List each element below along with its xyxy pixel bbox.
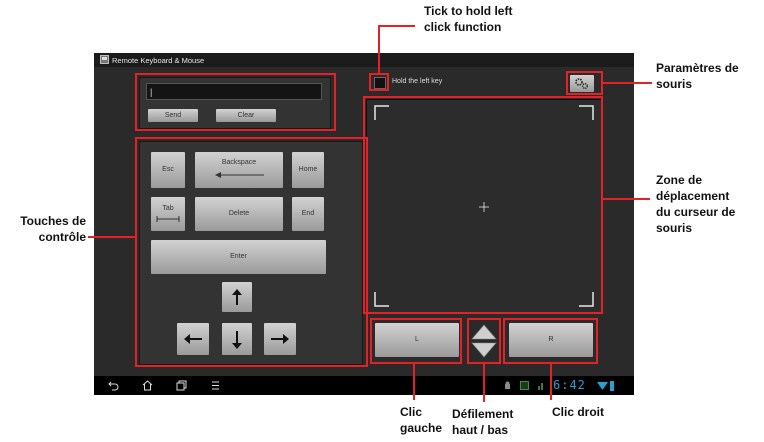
back-icon[interactable] — [108, 380, 119, 391]
callout-line-settings — [603, 82, 652, 84]
label-defilement-line1: Défilement — [452, 407, 514, 421]
callout-line-hold-v — [378, 25, 380, 73]
callout-line-hold-h — [378, 25, 415, 27]
signal-icon — [538, 383, 543, 390]
label-clic-droit: Clic droit — [552, 404, 604, 420]
callout-line-defilement — [483, 364, 485, 402]
label-tick-hold-line2: click function — [424, 20, 502, 34]
label-parametres: Paramètres de souris — [656, 60, 739, 92]
recent-apps-icon[interactable] — [176, 380, 187, 391]
label-zone-line1: Zone de — [656, 173, 703, 187]
label-parametres-line2: souris — [656, 77, 693, 91]
label-clic-droit-line1: Clic droit — [552, 405, 605, 419]
navigation-bar: 6:42 — [94, 376, 634, 395]
label-defilement: Défilement haut / bas — [452, 406, 513, 438]
label-clic-gauche-line1: Clic — [400, 405, 423, 419]
touchpad-highlight — [363, 96, 603, 314]
app-title: Remote Keyboard & Mouse — [112, 56, 205, 65]
label-touches: Touches de contrôle — [4, 213, 86, 245]
label-tick-hold-line1: Tick to hold left — [424, 4, 513, 18]
callout-line-zone — [603, 198, 650, 200]
control-keys-highlight — [135, 137, 368, 367]
menu-icon[interactable] — [210, 380, 221, 391]
settings-highlight — [566, 71, 603, 95]
android-icon — [505, 381, 510, 389]
hold-left-key-label: Hold the left key — [392, 78, 443, 85]
label-clic-gauche: Clic gauche — [400, 404, 442, 436]
send-panel-highlight — [135, 73, 336, 131]
wifi-icon — [597, 382, 608, 390]
label-touches-line2: contrôle — [38, 230, 86, 244]
checkbox-highlight — [369, 73, 389, 91]
callout-line-touches — [88, 236, 135, 238]
label-clic-gauche-line2: gauche — [400, 421, 443, 435]
label-zone-line2: déplacement — [656, 189, 730, 203]
callout-line-clic-gauche — [413, 364, 415, 400]
notification-icon — [520, 381, 529, 390]
battery-icon — [610, 381, 614, 391]
left-click-highlight — [370, 318, 462, 364]
title-bar: Remote Keyboard & Mouse — [94, 53, 634, 67]
label-touches-line1: Touches de — [20, 214, 86, 228]
label-zone: Zone de déplacement du curseur de souris — [656, 172, 735, 236]
label-zone-line3: du curseur de — [656, 205, 736, 219]
app-icon — [100, 55, 109, 64]
home-icon[interactable] — [142, 380, 153, 391]
label-zone-line4: souris — [656, 221, 693, 235]
label-parametres-line1: Paramètres de — [656, 61, 739, 75]
label-tick-hold: Tick to hold left click function — [424, 3, 512, 35]
clock: 6:42 — [553, 378, 586, 392]
scroll-highlight — [467, 318, 501, 364]
callout-line-clic-droit — [550, 364, 552, 400]
label-defilement-line2: haut / bas — [452, 423, 509, 437]
right-click-highlight — [503, 318, 598, 364]
